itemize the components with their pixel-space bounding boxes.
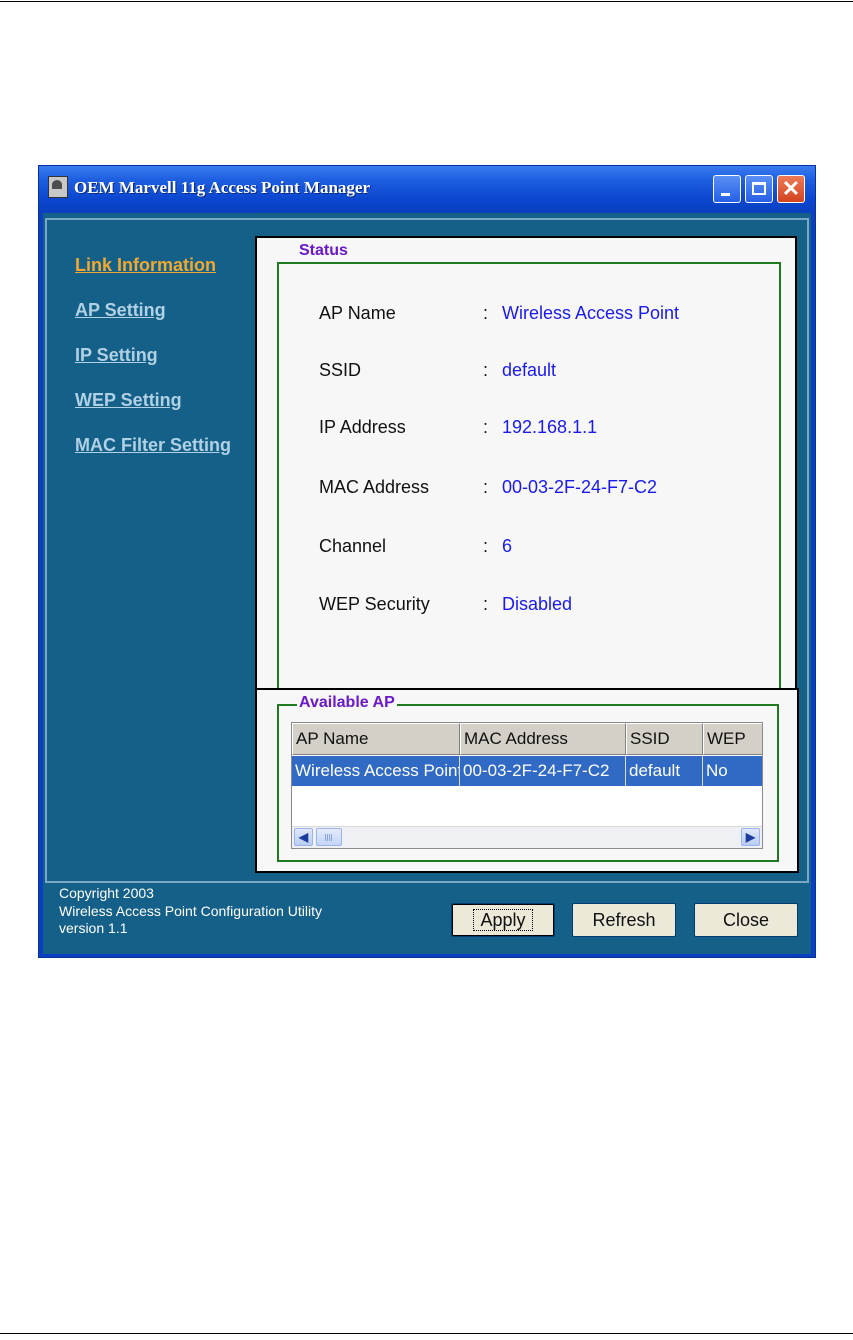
status-key: WEP Security (319, 594, 430, 614)
status-colon: : (483, 360, 489, 380)
window-title: OEM Marvell 11g Access Point Manager (74, 178, 371, 197)
status-value: 192.168.1.1 (502, 417, 598, 437)
scroll-thumb[interactable] (316, 828, 342, 846)
cell-wep: No (703, 756, 762, 786)
status-key: IP Address (319, 417, 406, 437)
status-colon: : (483, 417, 489, 437)
status-key: MAC Address (319, 477, 430, 497)
column-header-mac-address[interactable]: MAC Address (460, 723, 626, 755)
app-icon[interactable] (48, 176, 68, 198)
status-colon: : (483, 536, 489, 556)
status-colon: : (483, 594, 489, 614)
nav-mac-filter-setting[interactable]: MAC Filter Setting (75, 435, 231, 456)
nav-ip-setting[interactable]: IP Setting (75, 345, 158, 366)
available-ap-group-label: Available AP (297, 694, 397, 712)
close-icon: ✕ (781, 176, 801, 201)
available-ap-table[interactable]: AP Name MAC Address SSID WEP Wireless Ac… (291, 722, 763, 849)
status-colon: : (483, 303, 489, 323)
client-area: Link Information AP Setting IP Setting W… (43, 213, 811, 954)
apply-button[interactable]: Apply (451, 903, 555, 937)
close-window-button[interactable]: ✕ (777, 175, 805, 203)
title-bar[interactable]: OEM Marvell 11g Access Point Manager ✕ (39, 166, 815, 213)
ap-manager-window: OEM Marvell 11g Access Point Manager ✕ L… (38, 165, 816, 958)
nav-wep-setting[interactable]: WEP Setting (75, 390, 182, 411)
maximize-button[interactable] (745, 175, 773, 203)
minimize-button[interactable] (713, 175, 741, 203)
status-value: default (502, 360, 557, 380)
table-row[interactable]: Wireless Access Point 00-03-2F-24-F7-C2 … (292, 756, 762, 786)
status-value: 00-03-2F-24-F7-C2 (502, 477, 658, 497)
status-value: Wireless Access Point (502, 303, 680, 323)
page-top-rule (0, 1, 853, 2)
apply-button-label: Apply (473, 909, 533, 931)
copyright-text: Copyright 2003 (59, 885, 154, 901)
status-value: 6 (502, 536, 513, 556)
status-key: AP Name (319, 303, 396, 323)
cell-ap-name: Wireless Access Point (292, 756, 460, 786)
status-group-label: Status (297, 242, 350, 260)
status-key: Channel (319, 536, 387, 556)
content-frame: Link Information AP Setting IP Setting W… (45, 218, 809, 883)
horizontal-scrollbar[interactable]: ◀ ▶ (292, 826, 762, 848)
column-header-ssid[interactable]: SSID (626, 723, 703, 755)
available-ap-panel: Available AP AP Name MAC Address SSID WE… (255, 688, 799, 873)
page-bottom-rule (0, 1333, 853, 1334)
nav-ap-setting[interactable]: AP Setting (75, 300, 166, 321)
column-header-wep[interactable]: WEP (703, 723, 762, 755)
cell-mac-address: 00-03-2F-24-F7-C2 (460, 756, 626, 786)
scroll-left-icon: ◀ (298, 830, 309, 844)
status-key: SSID (319, 360, 362, 380)
scroll-left-button[interactable]: ◀ (294, 828, 313, 846)
version-text: version 1.1 (59, 920, 128, 936)
status-value: Disabled (502, 594, 573, 614)
column-header-ap-name[interactable]: AP Name (292, 723, 460, 755)
utility-name-text: Wireless Access Point Configuration Util… (59, 903, 322, 919)
status-colon: : (483, 477, 489, 497)
refresh-button[interactable]: Refresh (572, 903, 676, 937)
close-button[interactable]: Close (694, 903, 798, 937)
table-header: AP Name MAC Address SSID WEP (292, 723, 762, 755)
nav-link-information[interactable]: Link Information (75, 255, 216, 276)
cell-ssid: default (626, 756, 703, 786)
scroll-right-button[interactable]: ▶ (741, 828, 760, 846)
status-panel: Status AP Name : Wireless Access Point S… (255, 236, 797, 702)
scroll-right-icon: ▶ (745, 830, 756, 844)
